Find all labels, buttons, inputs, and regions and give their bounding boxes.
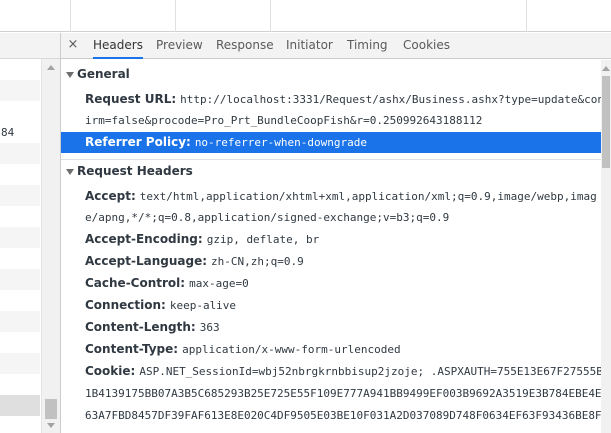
referrer-policy-value: no-referrer-when-downgrade [194, 136, 367, 149]
referrer-policy-row[interactable]: Referrer Policy: no-referrer-when-downgra… [85, 131, 601, 154]
header-row-accept-cont[interactable]: e/apng,*/*;q=0.8,application/signed-exch… [85, 206, 601, 229]
scroll-up-arrow-icon[interactable] [47, 65, 55, 70]
tab-timing[interactable]: Timing [347, 33, 388, 59]
accept-value: text/html,application/xhtml+xml,applicat… [139, 190, 597, 203]
content-length-key: Content-Length: [85, 320, 196, 334]
scrollbar-thumb[interactable] [45, 399, 57, 419]
request-list-row[interactable] [0, 311, 40, 332]
request-list-row[interactable] [0, 269, 40, 290]
header-row-content-type[interactable]: Content-Type: application/x-www-form-urle… [85, 338, 601, 361]
grid-column-divider [270, 0, 271, 32]
connection-value: keep-alive [169, 299, 237, 312]
request-list-header [0, 33, 60, 59]
connection-key: Connection: [85, 298, 166, 312]
accept-language-value: zh-CN,zh;q=0.9 [211, 255, 304, 268]
section-divider [61, 159, 601, 160]
request-list-row[interactable] [0, 248, 40, 269]
scroll-up-arrow-icon[interactable] [602, 66, 610, 71]
cookie-value: ASP.NET_SessionId=wbj52nbrgkrnbbisup2jzo… [139, 365, 601, 378]
accept-language-key: Accept-Language: [85, 254, 208, 268]
header-row-cache-control[interactable]: Cache-Control: max-age=0 [85, 272, 601, 295]
grid-column-divider [526, 0, 527, 32]
request-list-pane: 84 [0, 33, 61, 433]
header-row-cookie[interactable]: Cookie: ASP.NET_SessionId=wbj52nbrgkrnbbi… [85, 360, 601, 383]
request-list-row[interactable] [0, 227, 40, 248]
cookie-key: Cookie: [85, 364, 136, 378]
grid-column-divider [175, 0, 176, 32]
cache-control-value: max-age=0 [189, 277, 249, 290]
tab-initiator[interactable]: Initiator [286, 33, 333, 59]
headers-panel: General Request URL: http://localhost:333… [61, 60, 601, 433]
scrollbar-thumb[interactable] [602, 76, 610, 168]
request-list-row[interactable] [0, 164, 40, 185]
request-list-row[interactable] [0, 353, 40, 374]
grid-column-divider [70, 0, 71, 32]
request-list-row[interactable] [0, 101, 40, 122]
tab-response[interactable]: Response [216, 33, 274, 59]
request-list-row[interactable] [0, 374, 40, 395]
header-row-cookie-cont[interactable]: 1B4139175BB07A3B5C685293B25E725E55F109E7… [85, 382, 601, 405]
scroll-down-arrow-icon[interactable] [47, 423, 55, 428]
request-list-row[interactable] [0, 143, 40, 164]
referrer-policy-key: Referrer Policy: [85, 135, 191, 149]
general-section-title: General [77, 67, 130, 81]
headers-panel-scrollbar[interactable] [601, 60, 611, 433]
header-row-accept[interactable]: Accept: text/html,application/xhtml+xml,a… [85, 185, 601, 208]
request-url-value-cont: irm=false&procode=Pro_Prt_BundleCoopFish… [85, 114, 483, 127]
expand-triangle-icon[interactable] [66, 169, 74, 175]
accept-encoding-key: Accept-Encoding: [85, 232, 203, 246]
expand-triangle-icon[interactable] [66, 72, 74, 78]
header-row-connection[interactable]: Connection: keep-alive [85, 294, 601, 317]
tab-cookies[interactable]: Cookies [403, 33, 450, 59]
header-row-accept-encoding[interactable]: Accept-Encoding: gzip, deflate, br [85, 228, 601, 251]
tab-headers[interactable]: Headers [93, 33, 143, 59]
accept-key: Accept: [85, 189, 136, 203]
request-url-row[interactable]: Request URL: http://localhost:3331/Reques… [85, 88, 601, 111]
request-list-scrollbar[interactable] [41, 59, 60, 433]
request-list-row[interactable] [0, 206, 40, 227]
content-type-value: application/x-www-form-urlencoded [182, 343, 401, 356]
request-list-row[interactable] [0, 332, 40, 353]
accept-value-cont: e/apng,*/*;q=0.8,application/signed-exch… [85, 211, 450, 224]
request-list-row[interactable] [0, 290, 40, 311]
accept-encoding-value: gzip, deflate, br [206, 233, 320, 246]
tab-preview[interactable]: Preview [156, 33, 203, 59]
close-icon[interactable]: × [65, 37, 81, 53]
request-list-row[interactable] [0, 59, 40, 80]
request-list-row[interactable] [0, 395, 40, 416]
request-list-row[interactable]: 84 [0, 122, 40, 143]
content-type-key: Content-Type: [85, 342, 179, 356]
detail-tab-bar: × Headers Preview Response Initiator Tim… [61, 33, 611, 59]
cookie-value-cont: 63A7FBD8457DF39FAF613E8E020C4DF9505E03BE… [85, 409, 601, 422]
request-url-key: Request URL: [85, 92, 177, 106]
cookie-value-cont: 1B4139175BB07A3B5C685293B25E725E55F109E7… [85, 387, 601, 400]
header-row-content-length[interactable]: Content-Length: 363 [85, 316, 601, 339]
header-row-accept-language[interactable]: Accept-Language: zh-CN,zh;q=0.9 [85, 250, 601, 273]
content-length-value: 363 [199, 321, 220, 334]
general-section-header[interactable]: General [61, 64, 601, 85]
header-row-cookie-cont[interactable]: 63A7FBD8457DF39FAF613E8E020C4DF9505E03BE… [85, 404, 601, 427]
request-url-value: http://localhost:3331/Request/ashx/Busin… [180, 93, 601, 106]
request-url-row-cont[interactable]: irm=false&procode=Pro_Prt_BundleCoopFish… [85, 109, 601, 132]
network-grid-header [0, 0, 611, 32]
cache-control-key: Cache-Control: [85, 276, 186, 290]
referrer-policy-row-selected[interactable]: Referrer Policy: no-referrer-when-downgra… [61, 132, 601, 153]
request-headers-section-title: Request Headers [77, 164, 193, 178]
request-headers-section-header[interactable]: Request Headers [61, 161, 601, 182]
request-list-row[interactable] [0, 80, 40, 101]
request-list-row[interactable] [0, 185, 40, 206]
